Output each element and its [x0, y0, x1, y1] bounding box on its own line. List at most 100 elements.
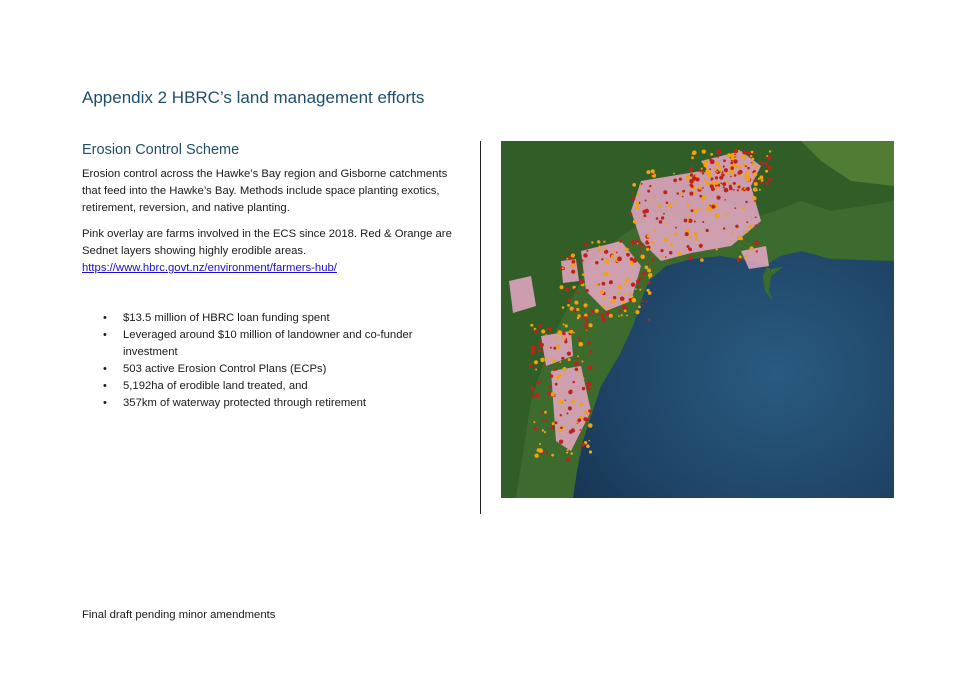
- erosion-speck: [588, 450, 593, 454]
- erosion-speck: [768, 177, 772, 182]
- erosion-speck: [678, 177, 682, 181]
- erosion-speck: [589, 350, 593, 354]
- erosion-speck: [613, 250, 616, 253]
- erosion-speck: [617, 292, 620, 295]
- erosion-speck: [758, 188, 761, 191]
- erosion-speck: [668, 260, 671, 262]
- erosion-speck: [753, 179, 757, 183]
- erosion-speck: [729, 153, 735, 158]
- erosion-speck: [572, 380, 575, 384]
- erosion-speck: [691, 156, 694, 160]
- erosion-speck: [685, 175, 691, 181]
- erosion-speck: [670, 243, 674, 246]
- erosion-speck: [723, 159, 726, 163]
- erosion-speck: [530, 345, 534, 350]
- erosion-speck: [760, 179, 764, 182]
- erosion-speck: [541, 329, 546, 334]
- erosion-speck: [575, 421, 578, 424]
- erosion-speck: [716, 155, 719, 158]
- erosion-speck: [714, 213, 720, 219]
- erosion-speck: [632, 219, 637, 224]
- erosion-speck: [623, 309, 627, 313]
- erosion-speck: [700, 258, 704, 262]
- erosion-speck: [538, 443, 541, 445]
- erosion-speck: [653, 229, 657, 232]
- erosion-speck: [549, 346, 552, 349]
- erosion-speck: [746, 221, 749, 224]
- erosion-speck: [742, 206, 746, 210]
- erosion-speck: [533, 421, 536, 424]
- erosion-speck: [608, 280, 613, 285]
- erosion-speck: [568, 429, 573, 434]
- erosion-speck: [540, 357, 545, 363]
- erosion-speck: [617, 284, 623, 290]
- erosion-speck: [687, 219, 690, 222]
- erosion-speck: [698, 186, 702, 190]
- erosion-speck: [676, 192, 679, 195]
- erosion-speck: [714, 176, 719, 180]
- erosion-speck: [665, 222, 668, 225]
- erosion-speck: [648, 277, 651, 279]
- erosion-speck: [722, 186, 725, 189]
- erosion-speck: [716, 186, 720, 189]
- erosion-speck: [571, 399, 575, 404]
- erosion-speck: [535, 393, 540, 398]
- erosion-speck: [674, 232, 678, 236]
- erosion-speck: [673, 172, 675, 175]
- erosion-speck: [566, 257, 569, 260]
- bullet-icon: •: [103, 397, 107, 409]
- erosion-speck: [754, 165, 759, 169]
- erosion-speck: [736, 189, 739, 192]
- erosion-speck: [587, 365, 593, 370]
- erosion-speck: [547, 391, 552, 396]
- erosion-speck: [722, 182, 727, 186]
- erosion-speck: [691, 153, 694, 155]
- erosion-speck: [551, 453, 554, 457]
- erosion-speck: [533, 360, 539, 365]
- erosion-speck: [737, 171, 742, 175]
- column-divider: [480, 141, 481, 514]
- list-item: • $13.5 million of HBRC loan funding spen…: [100, 310, 460, 327]
- erosion-speck: [564, 287, 570, 292]
- erosion-speck: [591, 241, 594, 244]
- erosion-speck: [544, 364, 546, 367]
- erosion-speck: [639, 276, 643, 280]
- erosion-speck: [648, 240, 651, 243]
- erosion-speck: [742, 150, 747, 155]
- description-paragraph: Erosion control across the Hawke’s Bay r…: [82, 168, 448, 214]
- erosion-speck: [733, 159, 738, 164]
- erosion-speck: [536, 381, 540, 385]
- erosion-speck: [753, 181, 758, 187]
- erosion-speck: [736, 164, 741, 169]
- erosion-speck: [629, 213, 633, 217]
- erosion-speck: [747, 166, 750, 170]
- erosion-speck: [588, 323, 593, 328]
- erosion-speck: [587, 341, 591, 345]
- erosion-speck: [595, 261, 599, 265]
- erosion-speck: [730, 175, 732, 178]
- list-item: • 357km of waterway protected through ret…: [100, 395, 460, 412]
- erosion-speck: [581, 273, 585, 276]
- erosion-speck: [651, 240, 655, 245]
- erosion-speck: [759, 181, 763, 185]
- list-item-text: Leveraged around $10 million of landowne…: [123, 329, 413, 358]
- erosion-speck: [702, 187, 704, 189]
- erosion-speck: [573, 308, 577, 312]
- erosion-speck: [583, 253, 588, 258]
- erosion-speck: [548, 327, 552, 332]
- erosion-speck: [710, 153, 714, 156]
- erosion-speck: [737, 183, 740, 186]
- farmers-hub-link[interactable]: https://www.hbrc.govt.nz/environment/far…: [82, 262, 337, 274]
- erosion-speck: [588, 313, 591, 316]
- map-graphic: [501, 141, 894, 498]
- erosion-speck: [608, 313, 613, 318]
- erosion-speck: [750, 155, 753, 158]
- erosion-speck: [636, 201, 639, 205]
- erosion-speck: [560, 426, 563, 430]
- erosion-speck: [553, 368, 556, 372]
- erosion-speck: [601, 317, 607, 322]
- erosion-speck: [698, 255, 701, 257]
- erosion-speck: [746, 177, 751, 182]
- erosion-speck: [753, 172, 758, 177]
- erosion-speck: [559, 374, 562, 377]
